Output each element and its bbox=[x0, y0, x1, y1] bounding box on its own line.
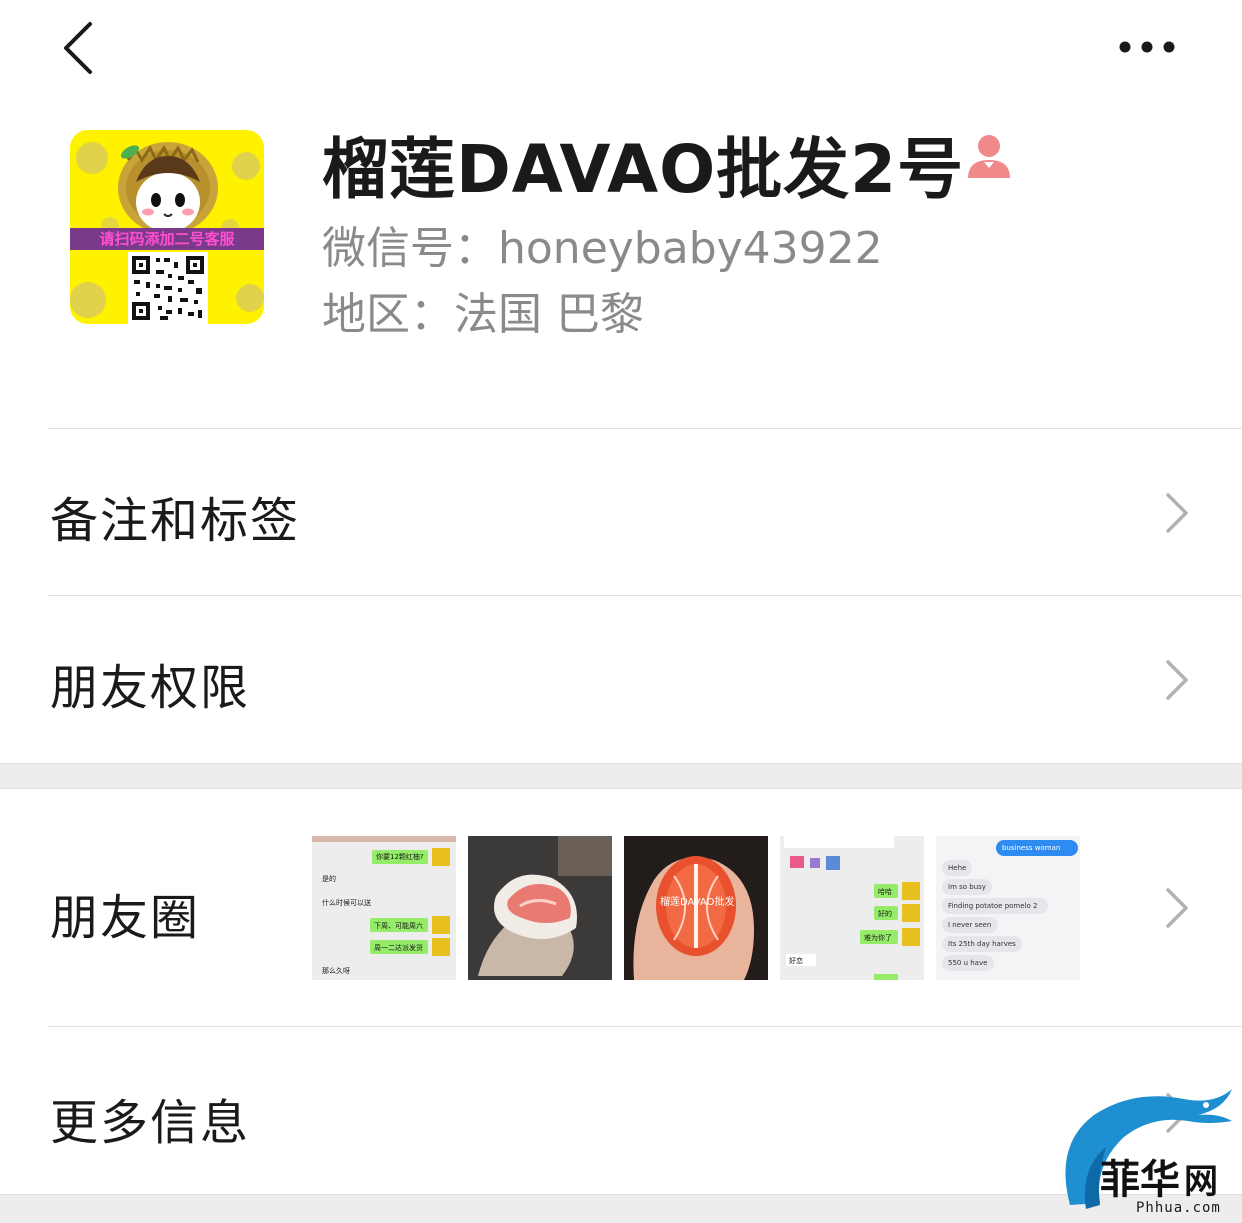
moment-thumbnail-chat-3[interactable]: business woman Hehe Im so busy Finding p… bbox=[936, 836, 1080, 980]
wechat-id: 微信号：honeybaby43922 bbox=[322, 223, 883, 274]
region: 地区：法国 巴黎 bbox=[322, 289, 644, 340]
chat-bubble-text: 好的 bbox=[878, 910, 892, 918]
svg-text:菲华: 菲华 bbox=[1100, 1156, 1180, 1203]
chat-bubble-text: 周一二达派发货 bbox=[374, 944, 423, 952]
chat-bubble-text: 哈哈 bbox=[878, 888, 892, 896]
remark-and-tags-row[interactable]: 备注和标签 bbox=[0, 429, 1242, 595]
chat-bubble-text: 那么久呀 bbox=[322, 967, 350, 975]
top-bar bbox=[0, 0, 1242, 100]
remark-and-tags-label: 备注和标签 bbox=[50, 493, 301, 549]
chat-bubble-text: business woman bbox=[1002, 844, 1061, 852]
avatar[interactable]: 请扫码添加二号客服 bbox=[70, 130, 264, 324]
chat-bubble-text: 你要12颗红柚? bbox=[376, 853, 424, 861]
photo-watermark-label: 榴莲DAVAO批发 bbox=[660, 897, 735, 908]
chat-bubble-text: Hehe bbox=[948, 864, 967, 872]
more-info-label: 更多信息 bbox=[50, 1095, 251, 1151]
chat-bubble-text: 好恋 bbox=[789, 957, 803, 965]
chat-bubble-text: I never seen bbox=[948, 921, 992, 929]
chat-bubble-text: Finding potatoe pomelo 2 bbox=[948, 902, 1038, 910]
site-watermark-url: Phhua.com bbox=[1136, 1200, 1221, 1216]
moment-thumbnail-chat-1[interactable]: 你要12颗红柚? 是的 什么时候可以送 下周、可能周六 周一二达派发货 那么久呀 bbox=[312, 836, 456, 980]
chat-bubble-text: Im so busy bbox=[948, 883, 986, 891]
chat-bubble-text: 下周、可能周六 bbox=[374, 922, 423, 930]
back-arrow-icon[interactable] bbox=[56, 18, 106, 78]
profile-name: 榴莲DAVAO批发2号 bbox=[322, 131, 965, 208]
chevron-right-icon bbox=[1160, 491, 1190, 535]
moments-label: 朋友圈 bbox=[50, 890, 201, 946]
chat-bubble-text: 550 u have bbox=[948, 959, 988, 967]
chat-bubble-text: 难为你了 bbox=[864, 934, 892, 942]
chevron-right-icon bbox=[1160, 658, 1190, 702]
moment-thumbnail-chat-2[interactable]: 哈哈 好的 难为你了 好恋 bbox=[780, 836, 924, 980]
female-gender-icon bbox=[964, 132, 1014, 178]
friend-permissions-row[interactable]: 朋友权限 bbox=[0, 596, 1242, 762]
chevron-right-icon bbox=[1160, 886, 1190, 930]
avatar-banner-text: 请扫码添加二号客服 bbox=[99, 230, 235, 248]
chat-bubble-text: 什么时候可以送 bbox=[322, 899, 371, 907]
moment-thumbnail-pomelo-photo[interactable] bbox=[468, 836, 612, 980]
section-gap bbox=[0, 763, 1242, 789]
chat-bubble-text: Its 25th day harves bbox=[948, 940, 1016, 948]
more-options-icon[interactable] bbox=[1112, 30, 1182, 64]
chat-bubble-text: 是的 bbox=[322, 875, 336, 883]
svg-text:网: 网 bbox=[1184, 1162, 1218, 1202]
friend-permissions-label: 朋友权限 bbox=[50, 660, 251, 716]
moment-thumbnail-pomelo-hand[interactable]: 榴莲DAVAO批发 bbox=[624, 836, 768, 980]
